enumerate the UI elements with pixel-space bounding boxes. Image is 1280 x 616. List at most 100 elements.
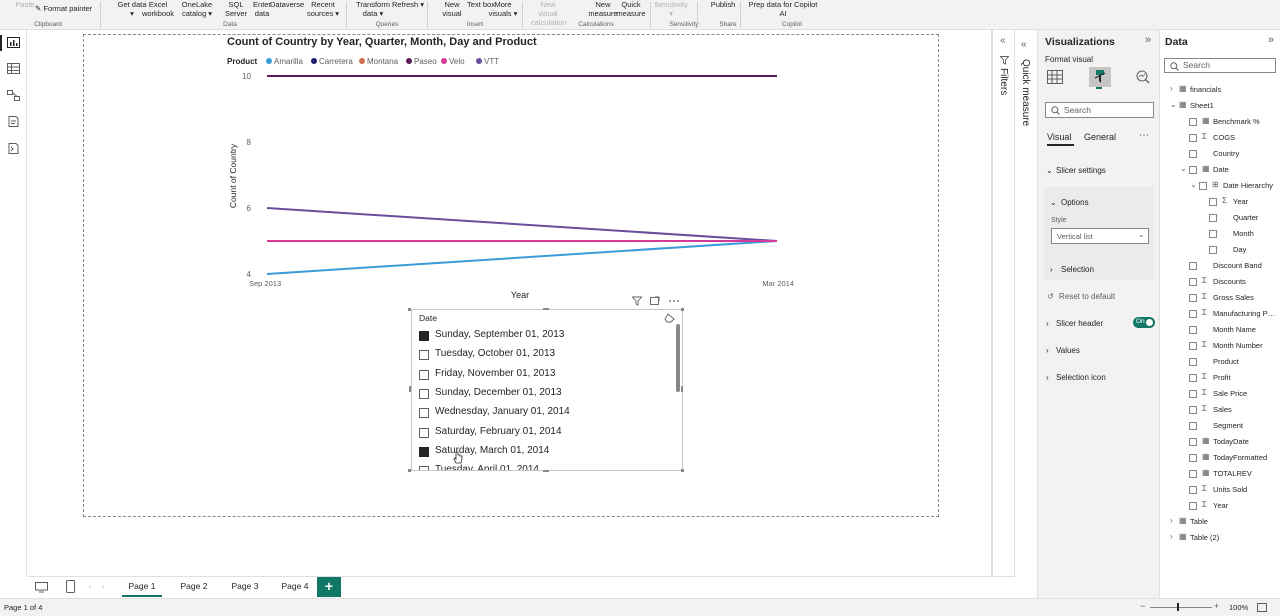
resize-handle[interactable] xyxy=(543,308,549,310)
slicer-settings-chevron-icon[interactable]: ⌄ xyxy=(1046,166,1053,175)
field-checkbox[interactable] xyxy=(1189,150,1197,158)
field-checkbox[interactable] xyxy=(1199,182,1207,190)
expand-right-icon[interactable]: » xyxy=(1145,34,1151,46)
data-field-item[interactable]: › ▦ Table (2) xyxy=(1160,532,1280,546)
data-field-item[interactable]: › ▦ financials xyxy=(1160,84,1280,98)
data-field-item[interactable]: Discount Band xyxy=(1160,260,1280,274)
resize-handle[interactable] xyxy=(409,386,411,392)
field-checkbox[interactable] xyxy=(1189,486,1197,494)
reset-to-default-button[interactable]: Reset to default xyxy=(1059,292,1115,301)
chevron-right-icon[interactable]: › xyxy=(1170,532,1173,541)
data-field-item[interactable]: Σ COGS xyxy=(1160,132,1280,146)
data-field-item[interactable]: Month Name xyxy=(1160,324,1280,338)
data-field-item[interactable]: ▦ Benchmark % xyxy=(1160,116,1280,130)
field-checkbox[interactable] xyxy=(1189,310,1197,318)
filters-pane-collapsed[interactable]: « Filters xyxy=(993,30,1015,576)
data-field-item[interactable]: Quarter xyxy=(1160,212,1280,226)
resize-handle[interactable] xyxy=(408,308,411,311)
legend-item[interactable]: Velo xyxy=(441,57,465,66)
tab-page-3[interactable]: Page 3 xyxy=(225,581,265,591)
ribbon-button[interactable]: Refresh ▾ xyxy=(391,0,425,9)
field-checkbox[interactable] xyxy=(1189,262,1197,270)
ribbon-button[interactable]: Sensitivity ▾ xyxy=(654,0,688,18)
field-checkbox[interactable] xyxy=(1189,342,1197,350)
next-page-icon[interactable]: › xyxy=(102,582,105,591)
add-page-button[interactable]: + xyxy=(317,577,341,597)
date-slicer[interactable]: Date Sunday, September 01, 2013 Tuesday, … xyxy=(411,309,683,471)
data-field-item[interactable]: ⌄ ▦ Date xyxy=(1160,164,1280,178)
ribbon-button[interactable]: More visuals ▾ xyxy=(486,0,520,18)
data-field-item[interactable]: Σ Sales xyxy=(1160,404,1280,418)
data-field-item[interactable]: Month xyxy=(1160,228,1280,242)
options-section[interactable]: Options xyxy=(1061,198,1089,207)
ribbon-button[interactable]: ✎ Format painter xyxy=(35,4,107,13)
field-checkbox[interactable] xyxy=(1189,278,1197,286)
viz-search-input[interactable]: Search xyxy=(1045,102,1154,118)
zoom-slider[interactable] xyxy=(1150,607,1212,608)
data-field-item[interactable]: › ▦ Table xyxy=(1160,516,1280,530)
chevron-down-icon[interactable]: ⌄ xyxy=(1190,180,1197,189)
slicer-checkbox[interactable] xyxy=(419,446,429,457)
data-field-item[interactable]: Σ Month Number xyxy=(1160,340,1280,354)
field-checkbox[interactable] xyxy=(1189,470,1197,478)
ribbon-button[interactable]: Recent sources ▾ xyxy=(306,0,340,18)
data-field-item[interactable]: Segment xyxy=(1160,420,1280,434)
tab-page-1[interactable]: Page 1 xyxy=(122,581,162,597)
ribbon-button[interactable]: Transform data ▾ xyxy=(356,0,390,18)
slicer-scrollbar[interactable] xyxy=(676,324,680,392)
tmdl-view-icon[interactable] xyxy=(7,143,20,154)
style-dropdown[interactable]: Vertical list ⌄ xyxy=(1051,228,1149,244)
focus-mode-icon[interactable] xyxy=(650,296,660,306)
prev-page-icon[interactable]: ‹ xyxy=(89,582,92,591)
data-field-item[interactable]: Σ Gross Sales xyxy=(1160,292,1280,306)
reset-icon[interactable]: ↺ xyxy=(1047,292,1054,301)
field-checkbox[interactable] xyxy=(1189,118,1197,126)
data-field-item[interactable]: ▦ TodayFormatted xyxy=(1160,452,1280,466)
field-checkbox[interactable] xyxy=(1189,374,1197,382)
field-checkbox[interactable] xyxy=(1189,502,1197,510)
zoom-slider-thumb[interactable] xyxy=(1177,603,1179,611)
collapse-left-icon[interactable]: « xyxy=(1021,39,1027,50)
field-checkbox[interactable] xyxy=(1189,390,1197,398)
selection-section[interactable]: Selection xyxy=(1061,265,1094,274)
resize-handle[interactable] xyxy=(408,469,411,472)
zoom-out-icon[interactable]: − xyxy=(1140,601,1145,611)
data-field-item[interactable]: Σ Profit xyxy=(1160,372,1280,386)
chevron-right-icon[interactable]: › xyxy=(1170,516,1173,525)
field-checkbox[interactable] xyxy=(1189,422,1197,430)
tab-general[interactable]: General xyxy=(1084,132,1116,142)
analytics-icon[interactable] xyxy=(1136,70,1150,84)
legend-item[interactable]: Montana xyxy=(359,57,398,66)
slicer-checkbox[interactable] xyxy=(419,466,429,470)
mobile-layout-icon[interactable] xyxy=(66,580,75,593)
expand-right-icon[interactable]: » xyxy=(1268,34,1274,46)
field-checkbox[interactable] xyxy=(1189,454,1197,462)
eraser-icon[interactable] xyxy=(664,313,675,323)
ribbon-button[interactable]: OneLake catalog ▾ xyxy=(180,0,214,18)
more-options-icon[interactable] xyxy=(668,296,680,306)
filter-icon[interactable] xyxy=(632,296,642,306)
options-chevron-icon[interactable]: ⌄ xyxy=(1050,198,1057,207)
ribbon-button[interactable]: Dataverse xyxy=(270,0,304,9)
data-field-item[interactable]: Country xyxy=(1160,148,1280,162)
values-chevron-icon[interactable]: › xyxy=(1046,346,1049,355)
field-checkbox[interactable] xyxy=(1189,294,1197,302)
ribbon-button[interactable]: Excel workbook xyxy=(141,0,175,18)
field-checkbox[interactable] xyxy=(1189,166,1197,174)
data-field-item[interactable]: Day xyxy=(1160,244,1280,258)
values-section[interactable]: Values xyxy=(1056,346,1080,355)
chevron-down-icon[interactable]: ⌄ xyxy=(1170,100,1177,109)
resize-handle[interactable] xyxy=(543,470,549,472)
field-checkbox[interactable] xyxy=(1209,246,1217,254)
data-field-item[interactable]: ⌄ ▦ Sheet1 xyxy=(1160,100,1280,114)
model-view-icon[interactable] xyxy=(7,90,20,101)
data-field-item[interactable]: ▦ TOTALREV xyxy=(1160,468,1280,482)
data-field-item[interactable]: Σ Manufacturing Price xyxy=(1160,308,1280,322)
table-view-icon[interactable] xyxy=(7,63,20,74)
field-checkbox[interactable] xyxy=(1209,214,1217,222)
report-view-icon[interactable] xyxy=(7,37,20,48)
tab-page-2[interactable]: Page 2 xyxy=(174,581,214,591)
build-visual-icon[interactable] xyxy=(1047,70,1063,84)
fit-to-page-icon[interactable] xyxy=(1257,603,1267,612)
resize-handle[interactable] xyxy=(681,308,684,311)
